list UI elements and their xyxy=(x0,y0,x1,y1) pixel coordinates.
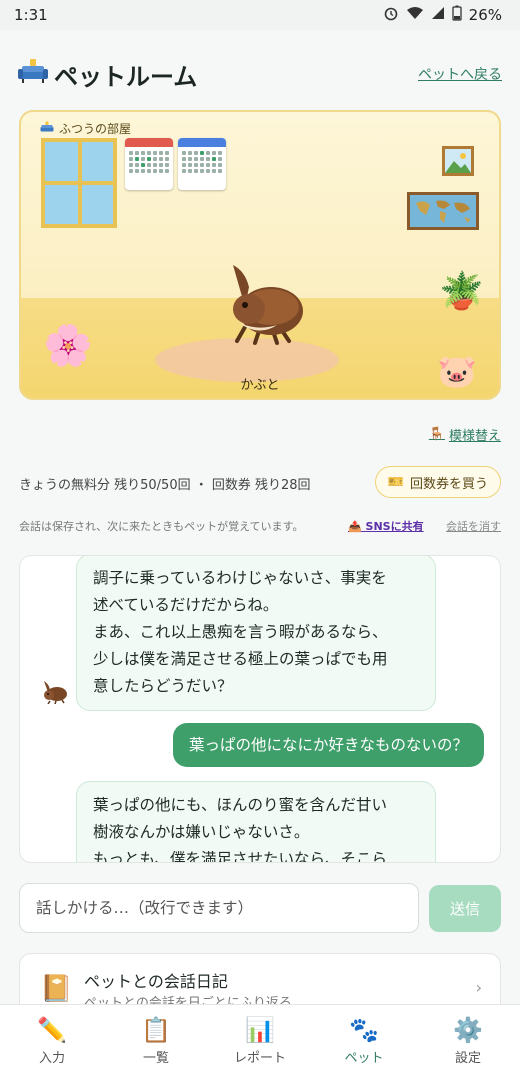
share-sns-link[interactable]: 📤 SNSに共有 xyxy=(348,518,424,534)
signal-icon xyxy=(431,6,445,24)
bottom-nav: ✏️ 入力 📋 一覧 📊 レポート 🐾 ペット ⚙️ 設定 xyxy=(0,1004,520,1076)
wifi-icon xyxy=(406,6,424,24)
nav-item-settings[interactable]: ⚙️ 設定 xyxy=(416,1005,520,1076)
quota-text: きょうの無料分 残り50/50回 ・ 回数券 残り28回 xyxy=(19,478,311,493)
back-to-pet-link[interactable]: ペットへ戻る xyxy=(418,64,502,84)
battery-icon xyxy=(452,5,462,25)
calendar-blue-icon xyxy=(178,138,226,190)
pet-name: かぶと xyxy=(240,378,280,393)
memory-info-text: 会話は保存され、次に来たときもペットが覚えています。 xyxy=(19,520,304,533)
gear-icon: ⚙️ xyxy=(453,1015,483,1044)
pet-message: 葉っぱの他にも、ほんのり蜜を含んだ甘い 樹液なんかは嫌いじゃないさ。 もっとも、… xyxy=(76,781,436,862)
chevron-right-icon: › xyxy=(475,978,482,997)
status-icons: 26% xyxy=(383,5,502,25)
flower-pot-icon: 🌸 xyxy=(43,323,93,369)
nav-item-report[interactable]: 📊 レポート xyxy=(208,1005,312,1076)
paw-icon: 🐾 xyxy=(349,1015,379,1044)
nav-item-pet[interactable]: 🐾 ペット xyxy=(312,1005,416,1076)
pet-message: 調子に乗っているわけじゃないさ、事実を 述べているだけだからね。 まあ、これ以上… xyxy=(76,556,436,711)
nav-item-input[interactable]: ✏️ 入力 xyxy=(0,1005,104,1076)
clock: 1:31 xyxy=(14,6,48,24)
chair-icon: 🪑 xyxy=(428,427,445,442)
chart-icon: 📊 xyxy=(245,1015,275,1044)
status-bar: 1:31 26% xyxy=(0,0,520,30)
sofa-icon xyxy=(18,58,48,90)
send-button[interactable]: 送信 xyxy=(429,885,501,932)
chat-log[interactable]: 調子に乗っているわけじゃないさ、事実を 述べているだけだからね。 まあ、これ以上… xyxy=(19,555,501,863)
user-message: 葉っぱの他になにか好きなものないの？ xyxy=(172,723,484,767)
pet-room-scene: ふつうの部屋 🪴 🌸 🐷 かぶと xyxy=(19,110,501,400)
diary-title: ペットとの会話日記 xyxy=(84,972,228,991)
battery-level: 26% xyxy=(468,6,502,24)
room-label: ふつうの部屋 xyxy=(39,120,131,137)
window-decoration xyxy=(41,138,117,228)
page-title: ペットルーム xyxy=(18,57,197,92)
clear-conversation-link[interactable]: 会話を消す xyxy=(446,518,501,534)
potted-plant-icon: 🪴 xyxy=(439,271,484,312)
nav-item-list[interactable]: 📋 一覧 xyxy=(104,1005,208,1076)
buy-tickets-button[interactable]: 🎫 回数券を買う xyxy=(374,466,501,498)
picture-frame-icon xyxy=(442,146,474,176)
share-icon: 📤 xyxy=(348,520,362,533)
notebook-icon: 📔 xyxy=(40,974,73,1004)
sofa-small-icon xyxy=(39,121,55,137)
beetle-avatar-icon xyxy=(40,680,68,705)
clipboard-icon: 📋 xyxy=(141,1015,171,1044)
ticket-icon: 🎫 xyxy=(387,474,404,490)
pencil-icon: ✏️ xyxy=(37,1015,67,1044)
alarm-icon xyxy=(383,5,399,25)
redecorate-link[interactable]: 🪑 模様替え xyxy=(429,425,501,444)
page-title-text: ペットルーム xyxy=(54,62,198,91)
world-map-icon xyxy=(407,192,479,230)
message-input[interactable] xyxy=(19,883,419,933)
calendar-red-icon xyxy=(125,138,173,190)
beetle-pet-icon[interactable] xyxy=(215,257,311,347)
page-header: ペットルーム ペットへ戻る xyxy=(18,56,502,92)
